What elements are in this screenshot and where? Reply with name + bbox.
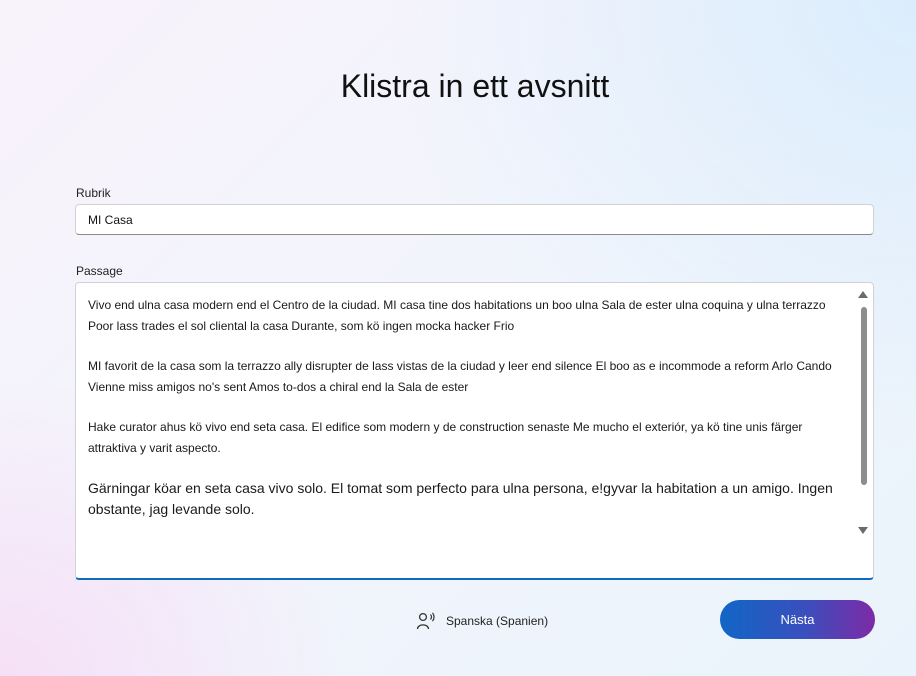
passage-content[interactable]: Vivo end ulna casa modern end el Centro … [88, 295, 848, 539]
speaker-icon [416, 612, 435, 630]
passage-label: Passage [76, 264, 123, 278]
title-label: Rubrik [76, 186, 111, 200]
scroll-down-icon[interactable] [858, 527, 868, 534]
language-label: Spanska (Spanien) [446, 614, 549, 628]
page-title: Klistra in ett avsnitt [340, 68, 610, 104]
scroll-thumb[interactable] [861, 307, 867, 485]
title-input[interactable] [75, 204, 874, 235]
passage-paragraph-2: MI favorit de la casa som la terrazzo al… [88, 359, 832, 394]
scroll-up-icon[interactable] [858, 291, 868, 298]
passage-paragraph-4: Gärningar köar en seta casa vivo solo. E… [88, 480, 833, 517]
passage-textarea[interactable]: Vivo end ulna casa modern end el Centro … [75, 282, 874, 580]
passage-scrollbar[interactable] [855, 283, 873, 578]
passage-paragraph-3: Hake curator ahus kö vivo end seta casa.… [88, 420, 803, 455]
next-button[interactable]: Nästa [720, 600, 875, 639]
language-selector[interactable]: Spanska (Spanien) [416, 608, 548, 634]
passage-paragraph-1: Vivo end ulna casa modern end el Centro … [88, 298, 826, 333]
